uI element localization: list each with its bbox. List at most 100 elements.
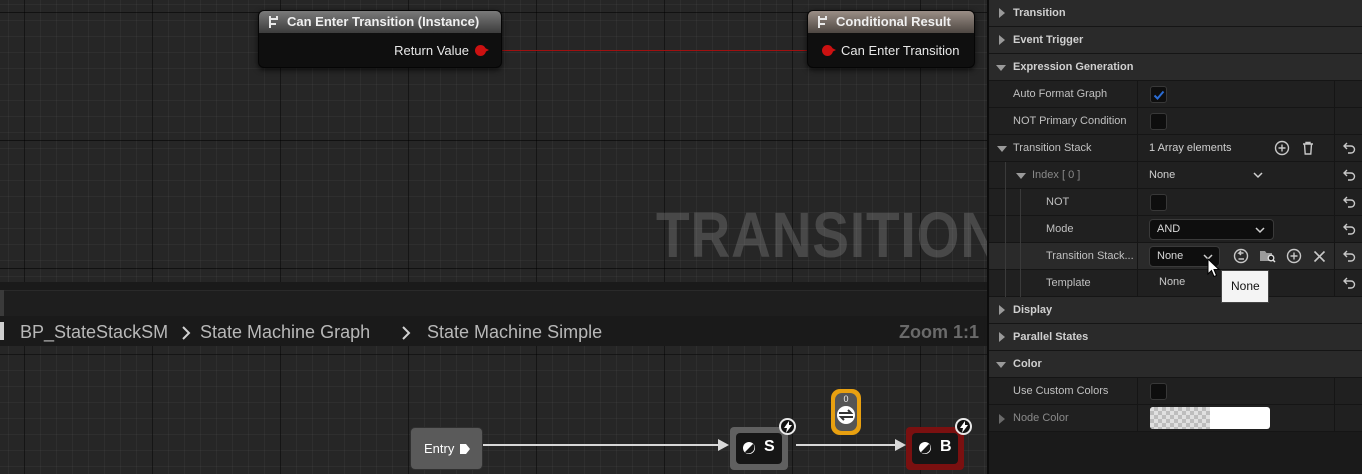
tab-strip	[0, 290, 987, 316]
conditional-result-header: Conditional Result	[808, 11, 974, 33]
mouse-cursor-icon	[1207, 258, 1221, 278]
category-transition[interactable]: Transition	[989, 0, 1362, 27]
expand-arrow-icon[interactable]	[999, 414, 1005, 424]
category-display[interactable]: Display	[989, 297, 1362, 324]
prop-index-0: Index [ 0 ] None	[989, 162, 1362, 189]
can-enter-transition-label: Can Enter Transition	[841, 43, 960, 58]
reset-arrow-icon[interactable]	[1343, 250, 1356, 262]
entry-arrow-icon	[460, 444, 470, 454]
prop-transition-stack-class: Transition Stack... None	[989, 243, 1362, 270]
collapse-arrow-icon[interactable]	[997, 146, 1007, 152]
add-new-icon[interactable]	[1286, 248, 1302, 264]
not-checkbox[interactable]	[1150, 194, 1167, 211]
reset-arrow-icon[interactable]	[1343, 277, 1356, 289]
transition-conduit-node[interactable]: 0	[831, 389, 861, 435]
prop-label: Index [ 0 ]	[1032, 169, 1081, 181]
array-count: 1 Array elements	[1149, 142, 1232, 154]
state-label: S	[764, 438, 775, 455]
clear-icon[interactable]	[1313, 250, 1326, 263]
editor-window: TRANSITION Can Enter Transition (Instanc…	[0, 0, 1362, 474]
transition-icon	[837, 406, 855, 424]
category-color[interactable]: Color	[989, 351, 1362, 378]
can-enter-transition-header: Can Enter Transition (Instance)	[259, 11, 501, 33]
prop-template: Template None	[989, 270, 1362, 297]
lightning-bolt-icon	[779, 418, 796, 435]
breadcrumb-item-blueprint[interactable]: BP_StateStackSM	[20, 322, 168, 343]
chevron-right-icon	[402, 326, 411, 340]
collapse-arrow-icon	[996, 362, 1006, 368]
conduit-priority: 0	[843, 394, 849, 404]
browse-folder-icon[interactable]	[1259, 248, 1276, 264]
category-event-trigger[interactable]: Event Trigger	[989, 27, 1362, 54]
breadcrumb-item-graph[interactable]: State Machine Graph	[200, 322, 370, 343]
reset-arrow-icon[interactable]	[1343, 223, 1356, 235]
class-value: None	[1157, 250, 1184, 262]
splitter-handle[interactable]	[0, 290, 4, 316]
category-expression-generation[interactable]: Expression Generation	[989, 54, 1362, 81]
node-title: Conditional Result	[836, 14, 951, 29]
mode-value: AND	[1157, 223, 1181, 235]
chevron-down-icon	[1255, 227, 1265, 234]
breadcrumb: BP_StateStackSM State Machine Graph Stat…	[0, 316, 987, 348]
conditional-result-node[interactable]: Conditional Result Can Enter Transition	[807, 10, 975, 68]
checkmark-icon	[1153, 90, 1165, 100]
prop-auto-format-graph: Auto Format Graph	[989, 81, 1362, 108]
state-node-b[interactable]: B	[906, 427, 964, 470]
node-title: Can Enter Transition (Instance)	[287, 14, 480, 29]
prop-transition-stack: Transition Stack 1 Array elements	[989, 135, 1362, 162]
tooltip: None	[1221, 270, 1269, 303]
reset-arrow-icon[interactable]	[1343, 196, 1356, 208]
category-label: Parallel States	[1013, 331, 1089, 343]
prop-label: Transition Stack	[1013, 142, 1092, 154]
category-label: Expression Generation	[1013, 61, 1134, 73]
transition-graph-canvas[interactable]: TRANSITION Can Enter Transition (Instanc…	[0, 0, 1000, 282]
category-parallel-states[interactable]: Parallel States	[989, 324, 1362, 351]
category-label: Color	[1013, 358, 1042, 370]
prop-not: NOT	[989, 189, 1362, 216]
arrow-head	[895, 439, 906, 451]
return-value-wire	[500, 50, 810, 51]
can-enter-transition-pin[interactable]	[822, 45, 836, 56]
prop-label: Use Custom Colors	[1013, 385, 1109, 397]
breadcrumb-item-state-machine[interactable]: State Machine Simple	[427, 322, 602, 343]
collapse-arrow-icon[interactable]	[1016, 173, 1026, 179]
reset-arrow-icon[interactable]	[1343, 169, 1356, 181]
reset-arrow-icon[interactable]	[1343, 142, 1356, 154]
chevron-down-icon[interactable]	[1253, 172, 1263, 179]
expand-arrow-icon	[999, 332, 1005, 342]
lightning-bolt-icon	[955, 418, 972, 435]
not-primary-condition-checkbox[interactable]	[1150, 113, 1167, 130]
can-enter-transition-node[interactable]: Can Enter Transition (Instance) Return V…	[258, 10, 502, 68]
auto-format-graph-checkbox[interactable]	[1150, 86, 1167, 103]
return-value-label: Return Value	[394, 43, 469, 58]
state-icon	[743, 442, 755, 454]
entry-node[interactable]: Entry	[410, 427, 483, 470]
chevron-right-icon	[182, 326, 191, 340]
prop-label: Transition Stack...	[1046, 250, 1134, 262]
return-value-pin[interactable]	[475, 45, 489, 56]
prop-not-primary-condition: NOT Primary Condition	[989, 108, 1362, 135]
index-value[interactable]: None	[1149, 162, 1175, 188]
mode-dropdown[interactable]: AND	[1149, 219, 1274, 240]
category-label: Display	[1013, 304, 1053, 316]
details-panel: Transition Event Trigger Expression Gene…	[987, 0, 1362, 474]
prop-label: NOT	[1046, 196, 1070, 208]
state-node-s[interactable]: S	[730, 427, 788, 470]
prop-label: Template	[1046, 277, 1091, 289]
delete-all-icon[interactable]	[1300, 140, 1316, 156]
transition-arrow-s-b[interactable]	[796, 444, 896, 446]
state-label: B	[940, 438, 952, 455]
prop-mode: Mode AND	[989, 216, 1362, 243]
add-element-icon[interactable]	[1274, 140, 1290, 156]
category-label: Event Trigger	[1013, 34, 1084, 46]
template-value[interactable]: None	[1159, 269, 1185, 295]
transition-arrow-entry-s[interactable]	[483, 444, 719, 446]
use-custom-colors-checkbox[interactable]	[1150, 383, 1167, 400]
state-icon	[919, 442, 931, 454]
use-selected-icon[interactable]	[1233, 248, 1249, 264]
prop-use-custom-colors: Use Custom Colors	[989, 378, 1362, 405]
function-icon	[818, 16, 827, 28]
prop-label: NOT Primary Condition	[1013, 115, 1127, 127]
node-color-swatch[interactable]	[1150, 407, 1270, 429]
prop-node-color: Node Color	[989, 405, 1362, 432]
